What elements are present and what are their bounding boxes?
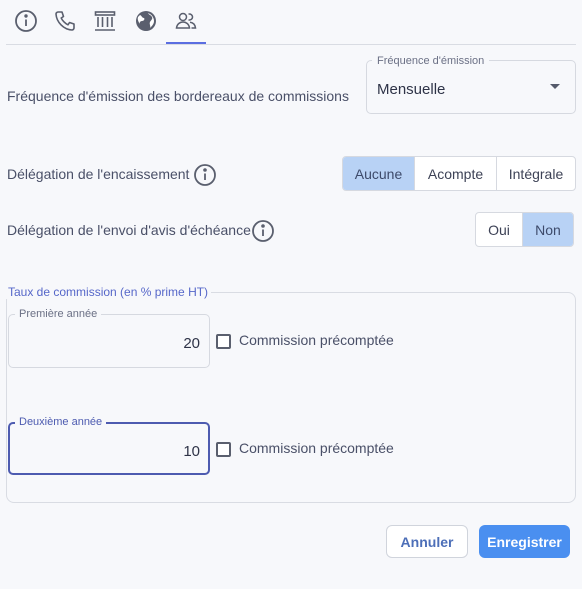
cancel-button[interactable]: Annuler (386, 525, 468, 558)
frequency-label: Fréquence d'émission des bordereaux de c… (7, 88, 349, 104)
encaissement-option-aucune[interactable]: Aucune (343, 157, 415, 190)
globe-icon (136, 11, 156, 31)
frequency-select-legend: Fréquence d'émission (372, 55, 490, 67)
first-year-precomptee-label: Commission précomptée (239, 332, 394, 348)
tab-globe[interactable] (131, 6, 161, 36)
people-icon (175, 12, 197, 29)
tab-bank[interactable] (90, 6, 120, 36)
info-icon (15, 10, 37, 32)
avis-option-non[interactable]: Non (523, 213, 573, 246)
commission-legend: Taux de commission (en % prime HT) (5, 285, 212, 299)
chevron-down-icon[interactable] (550, 84, 560, 89)
save-button[interactable]: Enregistrer (479, 525, 570, 558)
encaissement-option-integrale[interactable]: Intégrale (497, 157, 575, 190)
first-year-precomptee-checkbox[interactable] (216, 334, 231, 349)
tabs-divider (6, 44, 576, 45)
frequency-select-value: Mensuelle (377, 81, 446, 98)
encaissement-toggle-group: Aucune Acompte Intégrale (342, 156, 576, 191)
second-year-legend: Deuxième année (15, 416, 107, 428)
second-year-precomptee-label: Commission précomptée (239, 440, 394, 456)
tab-phone[interactable] (50, 6, 80, 36)
encaissement-option-acompte[interactable]: Acompte (415, 157, 497, 190)
second-year-precomptee-checkbox[interactable] (216, 442, 231, 457)
info-icon[interactable] (193, 163, 217, 187)
second-year-value: 10 (183, 443, 200, 460)
avis-option-oui[interactable]: Oui (476, 213, 523, 246)
phone-icon (55, 11, 75, 31)
avis-label: Délégation de l'envoi d'avis d'échéance (7, 222, 251, 238)
tab-info[interactable] (11, 6, 41, 36)
bank-icon (94, 11, 116, 31)
encaissement-label: Délégation de l'encaissement (7, 166, 190, 182)
first-year-legend: Première année (15, 308, 102, 320)
tab-people[interactable] (171, 6, 201, 36)
first-year-value: 20 (183, 335, 200, 352)
info-icon[interactable] (251, 219, 275, 243)
avis-toggle-group: Oui Non (475, 212, 574, 247)
